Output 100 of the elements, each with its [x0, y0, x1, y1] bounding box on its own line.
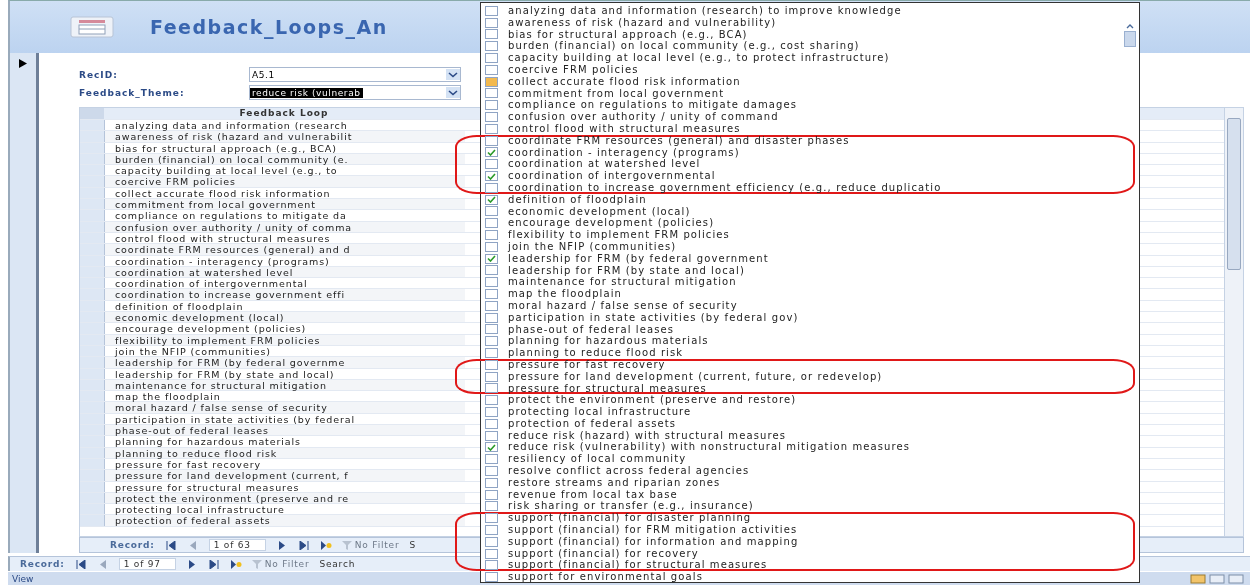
- checkbox[interactable]: [485, 206, 498, 217]
- list-item[interactable]: awareness of risk (hazard and vulnerability): [485, 16, 1139, 29]
- checkbox[interactable]: [485, 5, 498, 16]
- list-item[interactable]: definition of floodplain: [485, 193, 1139, 206]
- checkbox[interactable]: [485, 383, 498, 394]
- checkbox[interactable]: [485, 395, 498, 406]
- list-item[interactable]: map the floodplain: [485, 288, 1139, 300]
- checkbox[interactable]: [485, 489, 498, 500]
- checkbox[interactable]: [485, 194, 498, 205]
- last-record-icon[interactable]: [297, 540, 310, 550]
- checkbox[interactable]: [485, 477, 498, 488]
- list-item[interactable]: capacity building at local level (e.g., to protect infrastructure): [485, 52, 1139, 64]
- checkbox[interactable]: [485, 371, 498, 382]
- checkbox[interactable]: [485, 418, 498, 429]
- checkbox[interactable]: [485, 454, 498, 465]
- checkbox[interactable]: [485, 430, 498, 441]
- row-selector[interactable]: [80, 199, 105, 210]
- list-item[interactable]: collect accurate flood risk information: [485, 75, 1139, 88]
- list-item[interactable]: resiliency of local community: [485, 453, 1139, 466]
- new-record-icon[interactable]: [229, 559, 242, 569]
- checkbox[interactable]: [485, 536, 498, 547]
- list-item[interactable]: compliance on regulations to mitigate damages: [485, 99, 1139, 112]
- checkbox[interactable]: [485, 123, 498, 134]
- list-item[interactable]: resolve conflict across federal agencies: [485, 465, 1139, 477]
- row-selector[interactable]: [80, 357, 105, 368]
- checkbox[interactable]: [485, 171, 498, 182]
- checkbox[interactable]: [485, 572, 498, 583]
- row-selector[interactable]: [80, 391, 105, 402]
- checkbox[interactable]: [485, 524, 498, 535]
- first-record-icon[interactable]: [164, 540, 177, 550]
- list-item[interactable]: encourage development (policies): [485, 217, 1139, 230]
- checkbox[interactable]: [485, 88, 498, 99]
- list-item[interactable]: analyzing data and information (research) to improve knowledge: [485, 5, 1139, 17]
- dropdown-arrow-icon[interactable]: [446, 69, 460, 80]
- row-selector[interactable]: [80, 492, 105, 504]
- checkbox[interactable]: [485, 465, 498, 476]
- checkbox[interactable]: [485, 407, 498, 417]
- list-item[interactable]: phase-out of federal leases: [485, 323, 1139, 336]
- list-item[interactable]: protection of federal assets: [485, 417, 1139, 430]
- no-filter-button[interactable]: No Filter: [251, 559, 310, 569]
- list-item[interactable]: planning for hazardous materials: [485, 335, 1139, 348]
- list-item[interactable]: leadership for FRM (by state and local): [485, 264, 1139, 277]
- vertical-scrollbar[interactable]: [1123, 23, 1137, 47]
- row-selector[interactable]: [80, 300, 105, 312]
- row-selector[interactable]: [80, 515, 105, 526]
- checkbox[interactable]: [485, 159, 498, 170]
- row-selector[interactable]: [80, 368, 105, 379]
- search-field[interactable]: Search: [319, 559, 356, 569]
- checkbox[interactable]: [485, 17, 498, 28]
- row-selector[interactable]: [80, 255, 105, 266]
- list-item[interactable]: bias for structural approach (e.g., BCA): [485, 28, 1139, 41]
- checkbox[interactable]: [485, 336, 498, 347]
- row-selector[interactable]: [80, 278, 105, 289]
- list-item[interactable]: support for environmental goals: [485, 571, 1139, 584]
- checkbox[interactable]: [485, 277, 498, 288]
- row-selector[interactable]: [80, 379, 105, 391]
- checkbox[interactable]: [485, 289, 498, 299]
- row-selector[interactable]: [80, 120, 105, 131]
- checkbox[interactable]: [485, 147, 498, 158]
- new-record-icon[interactable]: [319, 540, 332, 550]
- list-item[interactable]: risk sharing or transfer (e.g., insurance): [485, 500, 1139, 513]
- row-selector[interactable]: [80, 153, 105, 165]
- view-buttons-icon[interactable]: [1190, 573, 1246, 584]
- row-selector[interactable]: [80, 244, 105, 255]
- checkbox[interactable]: [485, 253, 498, 264]
- list-item[interactable]: flexibility to implement FRM policies: [485, 229, 1139, 241]
- checkbox[interactable]: [485, 182, 498, 193]
- row-selector[interactable]: [80, 142, 105, 153]
- list-item[interactable]: confusion over authority / unity of command: [485, 111, 1139, 123]
- row-selector[interactable]: [80, 323, 105, 334]
- scroll-up-icon[interactable]: [1125, 23, 1135, 29]
- dropdown-arrow-icon[interactable]: [446, 87, 460, 98]
- row-selector[interactable]: [80, 210, 105, 221]
- list-item[interactable]: protecting local infrastructure: [485, 406, 1139, 418]
- row-selector[interactable]: [80, 232, 105, 244]
- row-selector[interactable]: [80, 221, 105, 232]
- list-item[interactable]: planning to reduce flood risk: [485, 347, 1139, 359]
- checkbox[interactable]: [485, 560, 498, 571]
- checkbox[interactable]: [485, 324, 498, 335]
- checkbox[interactable]: [485, 300, 498, 311]
- column-header[interactable]: Feedback Loop: [104, 108, 464, 119]
- vertical-scrollbar[interactable]: [1224, 108, 1243, 536]
- row-selector[interactable]: [80, 289, 105, 300]
- combo-field[interactable]: A5.1: [249, 67, 461, 82]
- list-item[interactable]: economic development (local): [485, 205, 1139, 218]
- checkbox[interactable]: [485, 442, 498, 453]
- row-selector[interactable]: [80, 131, 105, 142]
- row-selector[interactable]: [80, 402, 105, 413]
- row-selector[interactable]: [80, 481, 105, 492]
- record-position-field[interactable]: 1 of 97: [118, 558, 176, 570]
- list-item[interactable]: maintenance for structural mitigation: [485, 276, 1139, 289]
- row-selector[interactable]: [80, 458, 105, 470]
- list-item[interactable]: leadership for FRM (by federal government: [485, 252, 1139, 265]
- checkbox[interactable]: [485, 76, 498, 87]
- first-record-icon[interactable]: [74, 559, 87, 569]
- checkbox[interactable]: [485, 230, 498, 241]
- list-item[interactable]: control flood with structural measures: [485, 122, 1139, 135]
- search-field[interactable]: S: [409, 540, 416, 550]
- checkbox[interactable]: [485, 135, 498, 146]
- last-record-icon[interactable]: [207, 559, 220, 569]
